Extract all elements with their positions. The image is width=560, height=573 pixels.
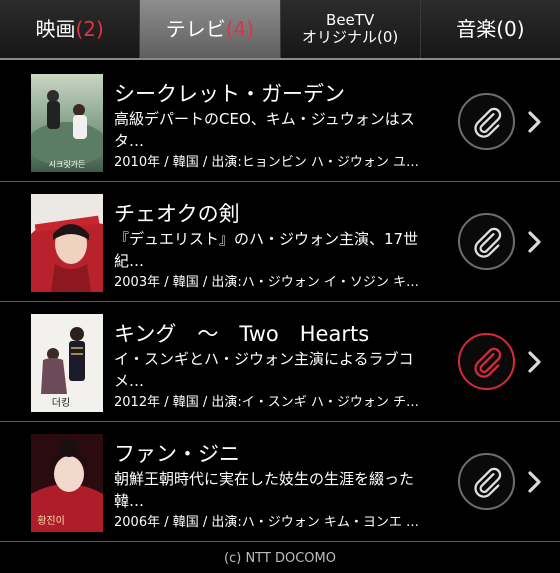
poster-thumbnail: 더킹 (31, 314, 103, 412)
clip-button-active[interactable] (458, 333, 515, 390)
poster-thumbnail: 시크릿가든 (31, 74, 103, 172)
chevron-right-icon[interactable] (526, 350, 544, 374)
title-list: 시크릿가든 シークレット・ガーデン 高級デパートのCEO、キム・ジュウォンはスタ… (0, 62, 560, 542)
item-meta: 2012年 / 韓国 / 出演:イ・スンギ ハ・ジウォン チ… (114, 395, 420, 410)
category-tabs: 映画(2) テレビ(4) BeeTV オリジナル(0) 音楽(0) (0, 0, 560, 60)
tab-tv[interactable]: テレビ(4) (140, 0, 281, 58)
clip-button[interactable] (458, 213, 515, 270)
list-item[interactable]: 더킹 キング ～ Two Hearts イ・スンギとハ・ジウォン主演によるラブコ… (0, 302, 560, 422)
poster-title-text: 황진이 (37, 515, 65, 527)
item-title: ファン・ジニ (114, 442, 240, 466)
item-title: シークレット・ガーデン (114, 82, 345, 106)
tab-beetv-line2: オリジナル(0) (302, 28, 399, 46)
list-item[interactable]: 황진이 ファン・ジニ 朝鮮王朝時代に実在した妓生の生涯を綴った韓… 2006年 … (0, 422, 560, 542)
item-description: 『デュエリスト』のハ・ジウォン主演、17世紀… (114, 230, 419, 270)
poster-thumbnail: 황진이 (31, 434, 103, 532)
clip-button[interactable] (458, 453, 515, 510)
clip-button[interactable] (458, 93, 515, 150)
paperclip-icon (473, 227, 501, 258)
paperclip-icon (473, 107, 501, 138)
item-meta: 2003年 / 韓国 / 出演:ハ・ジウォン イ・ソジン キ… (114, 275, 420, 290)
tab-movies-label: 映画 (35, 16, 76, 41)
poster-title-text: 더킹 (52, 397, 70, 409)
item-description: イ・スンギとハ・ジウォン主演によるラブコメ… (114, 350, 414, 390)
tab-beetv-line1: BeeTV (326, 10, 375, 29)
chevron-right-icon[interactable] (526, 230, 544, 254)
item-meta: 2006年 / 韓国 / 出演:ハ・ジウォン キム・ヨンエ … (114, 515, 420, 530)
item-meta: 2010年 / 韓国 / 出演:ヒョンビン ハ・ジウォン ユ… (114, 155, 420, 170)
item-description: 朝鮮王朝時代に実在した妓生の生涯を綴った韓… (114, 470, 415, 510)
list-item[interactable]: チェオクの剣 『デュエリスト』のハ・ジウォン主演、17世紀… 2003年 / 韓… (0, 182, 560, 302)
tab-tv-label: テレビ (165, 16, 226, 41)
item-title: キング ～ Two Hearts (114, 322, 370, 346)
tab-movies[interactable]: 映画(2) (0, 0, 141, 58)
paperclip-icon (473, 467, 501, 498)
copyright-footer: (c) NTT DOCOMO (224, 551, 336, 566)
paperclip-icon (473, 347, 501, 378)
chevron-right-icon[interactable] (526, 470, 544, 494)
tab-music[interactable]: 音楽(0) (421, 0, 560, 58)
item-title: チェオクの剣 (114, 202, 240, 226)
item-description: 高級デパートのCEO、キム・ジュウォンはスタ… (114, 110, 415, 150)
tab-movies-count: (2) (75, 16, 104, 41)
chevron-right-icon[interactable] (526, 110, 544, 134)
tab-tv-count: (4) (225, 16, 255, 41)
list-item[interactable]: 시크릿가든 シークレット・ガーデン 高級デパートのCEO、キム・ジュウォンはスタ… (0, 62, 560, 182)
poster-title-text: 시크릿가든 (49, 159, 86, 169)
tab-music-label: 音楽(0) (456, 16, 525, 41)
tab-beetv-original[interactable]: BeeTV オリジナル(0) (281, 0, 421, 58)
poster-thumbnail (31, 194, 103, 292)
